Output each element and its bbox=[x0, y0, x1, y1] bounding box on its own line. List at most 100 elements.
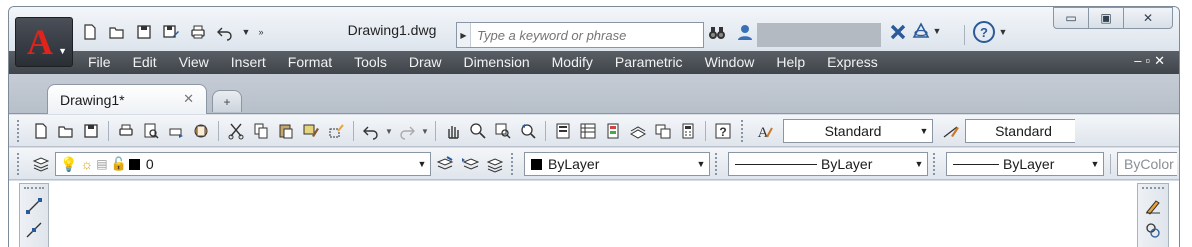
menu-express[interactable]: Express bbox=[816, 51, 889, 74]
toolbar-grip[interactable] bbox=[715, 153, 721, 175]
new-tab-button[interactable]: + bbox=[212, 90, 242, 112]
pan-icon[interactable] bbox=[442, 120, 464, 142]
svg-text:?: ? bbox=[719, 125, 726, 139]
help-icon[interactable]: ? bbox=[712, 120, 734, 142]
copy-object-icon[interactable] bbox=[1142, 219, 1164, 241]
construction-line-icon[interactable] bbox=[23, 219, 45, 241]
toolbar-grip[interactable] bbox=[933, 153, 939, 175]
save-as-icon[interactable] bbox=[160, 22, 182, 42]
layer-select[interactable]: 💡 ☼ ▤ 🔓 0 ▼ bbox=[55, 152, 431, 176]
app-menu-dropdown-icon: ▼ bbox=[58, 46, 67, 56]
linetype-control-select[interactable]: ByLayer ▼ bbox=[728, 152, 928, 176]
markup-set-manager-icon[interactable] bbox=[652, 120, 674, 142]
menu-help[interactable]: Help bbox=[765, 51, 816, 74]
binoculars-search-icon[interactable] bbox=[706, 23, 728, 43]
exchange-apps-icon[interactable] bbox=[887, 22, 909, 42]
unlock-icon[interactable]: 🔓 bbox=[111, 156, 127, 172]
open-icon[interactable] bbox=[55, 120, 77, 142]
more-icon[interactable]: » bbox=[256, 27, 266, 37]
cut-icon[interactable] bbox=[225, 120, 247, 142]
menu-window[interactable]: Window bbox=[694, 51, 766, 74]
redo-dropdown-icon[interactable]: ▼ bbox=[421, 127, 429, 136]
layer-previous-icon[interactable] bbox=[459, 153, 481, 175]
zoom-window-icon[interactable] bbox=[492, 120, 514, 142]
color-control-select[interactable]: ByLayer ▼ bbox=[524, 152, 710, 176]
menu-tools[interactable]: Tools bbox=[343, 51, 398, 74]
sun-icon[interactable]: ☼ bbox=[80, 156, 93, 172]
chevron-down-icon: ▼ bbox=[696, 159, 706, 169]
viewport-freeze-icon[interactable]: ▤ bbox=[96, 157, 107, 171]
paste-icon[interactable] bbox=[275, 120, 297, 142]
design-center-icon[interactable] bbox=[577, 120, 599, 142]
autodesk-360-dropdown-icon[interactable]: ▼ bbox=[932, 26, 942, 36]
open-icon[interactable] bbox=[106, 22, 128, 42]
plot-icon[interactable] bbox=[187, 22, 209, 42]
plot-style-control-select[interactable]: ByColor bbox=[1117, 152, 1177, 176]
block-editor-icon[interactable] bbox=[325, 120, 347, 142]
dimension-style-select[interactable]: Standard bbox=[965, 119, 1075, 143]
properties-icon[interactable] bbox=[552, 120, 574, 142]
save-icon[interactable] bbox=[80, 120, 102, 142]
menu-view[interactable]: View bbox=[168, 51, 220, 74]
lineweight-control-select[interactable]: ByLayer ▼ bbox=[946, 152, 1104, 176]
menu-draw[interactable]: Draw bbox=[398, 51, 453, 74]
toolbar-grip[interactable] bbox=[511, 153, 517, 175]
document-window-controls[interactable]: –▫✕ bbox=[1134, 53, 1169, 69]
publish-icon[interactable] bbox=[165, 120, 187, 142]
application-menu-button[interactable]: A ▼ bbox=[15, 17, 73, 67]
lightbulb-icon[interactable]: 💡 bbox=[60, 156, 77, 173]
toolbar-grip[interactable] bbox=[17, 120, 23, 142]
sheet-set-manager-icon[interactable] bbox=[627, 120, 649, 142]
new-icon[interactable] bbox=[79, 22, 101, 42]
help-button[interactable]: ? ▼ bbox=[973, 21, 1008, 43]
make-current-layer-icon[interactable] bbox=[434, 153, 456, 175]
undo-dropdown-icon[interactable]: ▼ bbox=[241, 27, 251, 37]
menu-file[interactable]: File bbox=[77, 51, 122, 74]
autocad-logo-icon: A bbox=[27, 22, 53, 62]
sign-in-field[interactable] bbox=[757, 23, 881, 47]
save-icon[interactable] bbox=[133, 22, 155, 42]
qnew-icon[interactable] bbox=[30, 120, 52, 142]
search-expand-icon[interactable]: ▶ bbox=[457, 23, 471, 47]
layer-states-icon[interactable] bbox=[484, 153, 506, 175]
search-input[interactable] bbox=[471, 23, 703, 47]
match-properties-icon[interactable] bbox=[300, 120, 322, 142]
user-sign-in-icon[interactable] bbox=[734, 22, 756, 42]
layer-properties-icon[interactable] bbox=[30, 153, 52, 175]
help-dropdown-icon[interactable]: ▼ bbox=[998, 27, 1008, 37]
redo-icon[interactable] bbox=[396, 120, 418, 142]
quickcalc-icon[interactable] bbox=[677, 120, 699, 142]
design-web-format-icon[interactable] bbox=[190, 120, 212, 142]
close-button[interactable]: ✕ bbox=[1123, 7, 1173, 29]
menu-format[interactable]: Format bbox=[277, 51, 343, 74]
close-tab-icon[interactable]: ✕ bbox=[183, 91, 194, 107]
undo-icon[interactable] bbox=[360, 120, 382, 142]
file-tab-drawing1[interactable]: Drawing1* ✕ bbox=[47, 84, 207, 114]
minimize-button[interactable]: ▭ bbox=[1053, 7, 1089, 29]
restore-button[interactable]: ▣ bbox=[1088, 7, 1124, 29]
autodesk-360-icon[interactable]: ▼ bbox=[912, 22, 942, 40]
dimension-style-icon[interactable] bbox=[940, 120, 962, 142]
toolbar-grip[interactable] bbox=[24, 187, 44, 192]
toolbar-grip[interactable] bbox=[17, 153, 23, 175]
menu-insert[interactable]: Insert bbox=[220, 51, 277, 74]
drawing-area[interactable] bbox=[9, 181, 1179, 247]
undo-dropdown-icon[interactable]: ▼ bbox=[385, 127, 393, 136]
zoom-realtime-icon[interactable] bbox=[467, 120, 489, 142]
toolbar-grip[interactable] bbox=[741, 120, 747, 142]
tool-palettes-icon[interactable] bbox=[602, 120, 624, 142]
menu-parametric[interactable]: Parametric bbox=[604, 51, 694, 74]
menu-dimension[interactable]: Dimension bbox=[453, 51, 541, 74]
plot-preview-icon[interactable] bbox=[140, 120, 162, 142]
copy-icon[interactable] bbox=[250, 120, 272, 142]
line-icon[interactable] bbox=[23, 195, 45, 217]
text-style-select[interactable]: Standard ▼ bbox=[783, 119, 933, 143]
plot-icon[interactable] bbox=[115, 120, 137, 142]
text-style-icon[interactable]: A bbox=[754, 120, 776, 142]
menu-modify[interactable]: Modify bbox=[541, 51, 604, 74]
toolbar-grip[interactable] bbox=[1142, 187, 1164, 192]
zoom-previous-icon[interactable] bbox=[517, 120, 539, 142]
erase-icon[interactable] bbox=[1142, 195, 1164, 217]
menu-edit[interactable]: Edit bbox=[122, 51, 168, 74]
undo-icon[interactable] bbox=[214, 22, 236, 42]
